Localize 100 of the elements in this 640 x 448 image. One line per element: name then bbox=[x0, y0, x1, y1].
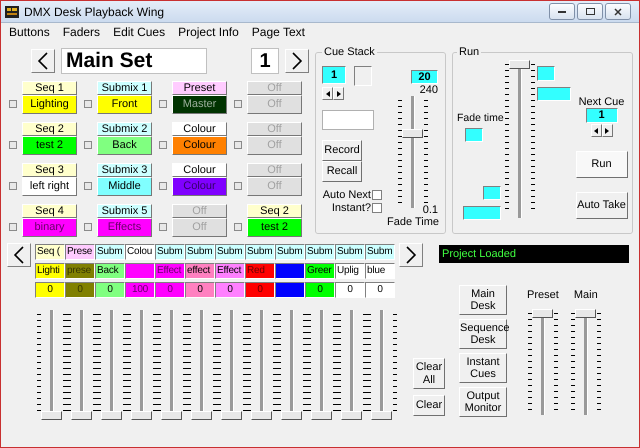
checkbox[interactable] bbox=[84, 182, 92, 190]
menu-item[interactable]: Faders bbox=[62, 25, 100, 40]
header-button[interactable]: Preset bbox=[172, 81, 227, 95]
playback-button[interactable]: Lighting bbox=[22, 95, 77, 114]
header-button[interactable]: Colour bbox=[172, 122, 227, 136]
next-cue-field[interactable]: 1 bbox=[586, 108, 618, 123]
minimize-button[interactable] bbox=[549, 3, 575, 20]
menu-item[interactable]: Edit Cues bbox=[113, 25, 166, 40]
channel-header[interactable]: Colou bbox=[125, 244, 155, 260]
spin-right-button[interactable] bbox=[602, 124, 612, 137]
fader-thumb[interactable] bbox=[341, 411, 362, 420]
desk-button[interactable]: Main Desk bbox=[459, 285, 507, 315]
playback-button[interactable]: Colour bbox=[172, 136, 227, 155]
playback-button[interactable]: test 2 bbox=[22, 136, 77, 155]
channel-header[interactable]: Subm bbox=[95, 244, 125, 260]
header-button[interactable]: Submix 2 bbox=[97, 122, 152, 136]
channel-fader[interactable] bbox=[247, 310, 277, 420]
header-button[interactable]: Seq 4 bbox=[22, 204, 77, 218]
header-button[interactable]: Submix 5 bbox=[97, 204, 152, 218]
channel-header[interactable]: Subm bbox=[185, 244, 215, 260]
fader-thumb[interactable] bbox=[311, 411, 332, 420]
channel-header[interactable]: Subm bbox=[155, 244, 185, 260]
channel-fader[interactable] bbox=[187, 310, 217, 420]
header-button[interactable]: Submix 1 bbox=[97, 81, 152, 95]
page-number-field[interactable]: 1 bbox=[251, 48, 279, 74]
channel-fader[interactable] bbox=[157, 310, 187, 420]
clear-all-button[interactable]: Clear All bbox=[413, 358, 445, 389]
fader-thumb[interactable] bbox=[191, 411, 212, 420]
checkbox[interactable] bbox=[84, 222, 92, 230]
maximize-button[interactable] bbox=[577, 3, 603, 20]
checkbox[interactable] bbox=[9, 182, 17, 190]
header-button[interactable]: Submix 3 bbox=[97, 163, 152, 177]
desk-button[interactable]: Output Monitor bbox=[459, 387, 507, 417]
next-channels-button[interactable] bbox=[399, 243, 423, 267]
fade-value-field[interactable]: 20 bbox=[411, 70, 438, 84]
record-button[interactable]: Record bbox=[322, 140, 362, 161]
fader-thumb[interactable] bbox=[101, 411, 122, 420]
channel-header[interactable]: Seq ( bbox=[35, 244, 65, 260]
run-button[interactable]: Run bbox=[576, 151, 628, 178]
playback-button[interactable]: Front bbox=[97, 95, 152, 114]
channel-header[interactable]: Prese bbox=[65, 244, 95, 260]
next-page-button[interactable] bbox=[285, 49, 309, 73]
channel-fader[interactable] bbox=[37, 310, 67, 420]
close-button[interactable] bbox=[605, 3, 631, 20]
spin-left-button[interactable] bbox=[322, 87, 333, 100]
header-button[interactable]: Seq 2 bbox=[247, 204, 302, 218]
channel-header[interactable]: Subm bbox=[215, 244, 245, 260]
channel-fader[interactable] bbox=[307, 310, 337, 420]
checkbox[interactable] bbox=[159, 100, 167, 108]
playback-button[interactable]: Back bbox=[97, 136, 152, 155]
channel-fader[interactable] bbox=[337, 310, 367, 420]
channel-header[interactable]: Subm bbox=[365, 244, 395, 260]
fader-thumb[interactable] bbox=[532, 309, 553, 318]
checkbox[interactable] bbox=[372, 202, 382, 212]
header-button[interactable]: Seq 1 bbox=[22, 81, 77, 95]
text-field[interactable] bbox=[322, 110, 374, 130]
master-fader[interactable] bbox=[528, 309, 558, 415]
checkbox[interactable] bbox=[372, 190, 382, 200]
previous-page-button[interactable] bbox=[31, 49, 55, 73]
checkbox[interactable] bbox=[84, 100, 92, 108]
checkbox[interactable] bbox=[9, 100, 17, 108]
checkbox[interactable] bbox=[84, 140, 92, 148]
checkbox[interactable] bbox=[159, 140, 167, 148]
channel-header[interactable]: Subm bbox=[335, 244, 365, 260]
fader-thumb[interactable] bbox=[71, 411, 92, 420]
channel-header[interactable]: Subm bbox=[305, 244, 335, 260]
desk-button[interactable]: Sequence Desk bbox=[459, 319, 507, 349]
run-slider[interactable] bbox=[505, 60, 535, 218]
channel-fader[interactable] bbox=[367, 310, 397, 420]
playback-button[interactable]: Effects bbox=[97, 218, 152, 237]
playback-button[interactable]: Middle bbox=[97, 177, 152, 196]
cue-number-field[interactable]: 1 bbox=[322, 66, 346, 84]
menu-item[interactable]: Buttons bbox=[9, 25, 50, 40]
playback-button[interactable]: test 2 bbox=[247, 218, 302, 237]
channel-fader[interactable] bbox=[127, 310, 157, 420]
fader-thumb[interactable] bbox=[131, 411, 152, 420]
menu-item[interactable]: Project Info bbox=[178, 25, 239, 40]
master-fader[interactable] bbox=[570, 309, 601, 415]
playback-button[interactable]: binary bbox=[22, 218, 77, 237]
fader-thumb[interactable] bbox=[509, 60, 530, 69]
channel-fader[interactable] bbox=[217, 310, 247, 420]
fade-time-field[interactable] bbox=[465, 128, 483, 142]
checkbox[interactable] bbox=[9, 222, 17, 230]
fader-thumb[interactable] bbox=[41, 411, 62, 420]
header-button[interactable]: Seq 2 bbox=[22, 122, 77, 136]
fader-thumb[interactable] bbox=[402, 128, 423, 138]
checkbox[interactable] bbox=[9, 140, 17, 148]
spin-right-button[interactable] bbox=[333, 87, 344, 100]
playback-button[interactable]: Master bbox=[172, 95, 227, 114]
desk-button[interactable]: Instant Cues bbox=[459, 353, 507, 383]
header-button[interactable]: Seq 3 bbox=[22, 163, 77, 177]
menu-item[interactable]: Page Text bbox=[252, 25, 305, 40]
playback-button[interactable]: left right bbox=[22, 177, 77, 196]
previous-channels-button[interactable] bbox=[7, 243, 31, 267]
fader-thumb[interactable] bbox=[251, 411, 272, 420]
channel-fader[interactable] bbox=[67, 310, 97, 420]
header-button[interactable]: Colour bbox=[172, 163, 227, 177]
recall-button[interactable]: Recall bbox=[322, 161, 362, 182]
channel-header[interactable]: Subm bbox=[275, 244, 305, 260]
clear-button[interactable]: Clear bbox=[413, 395, 445, 416]
